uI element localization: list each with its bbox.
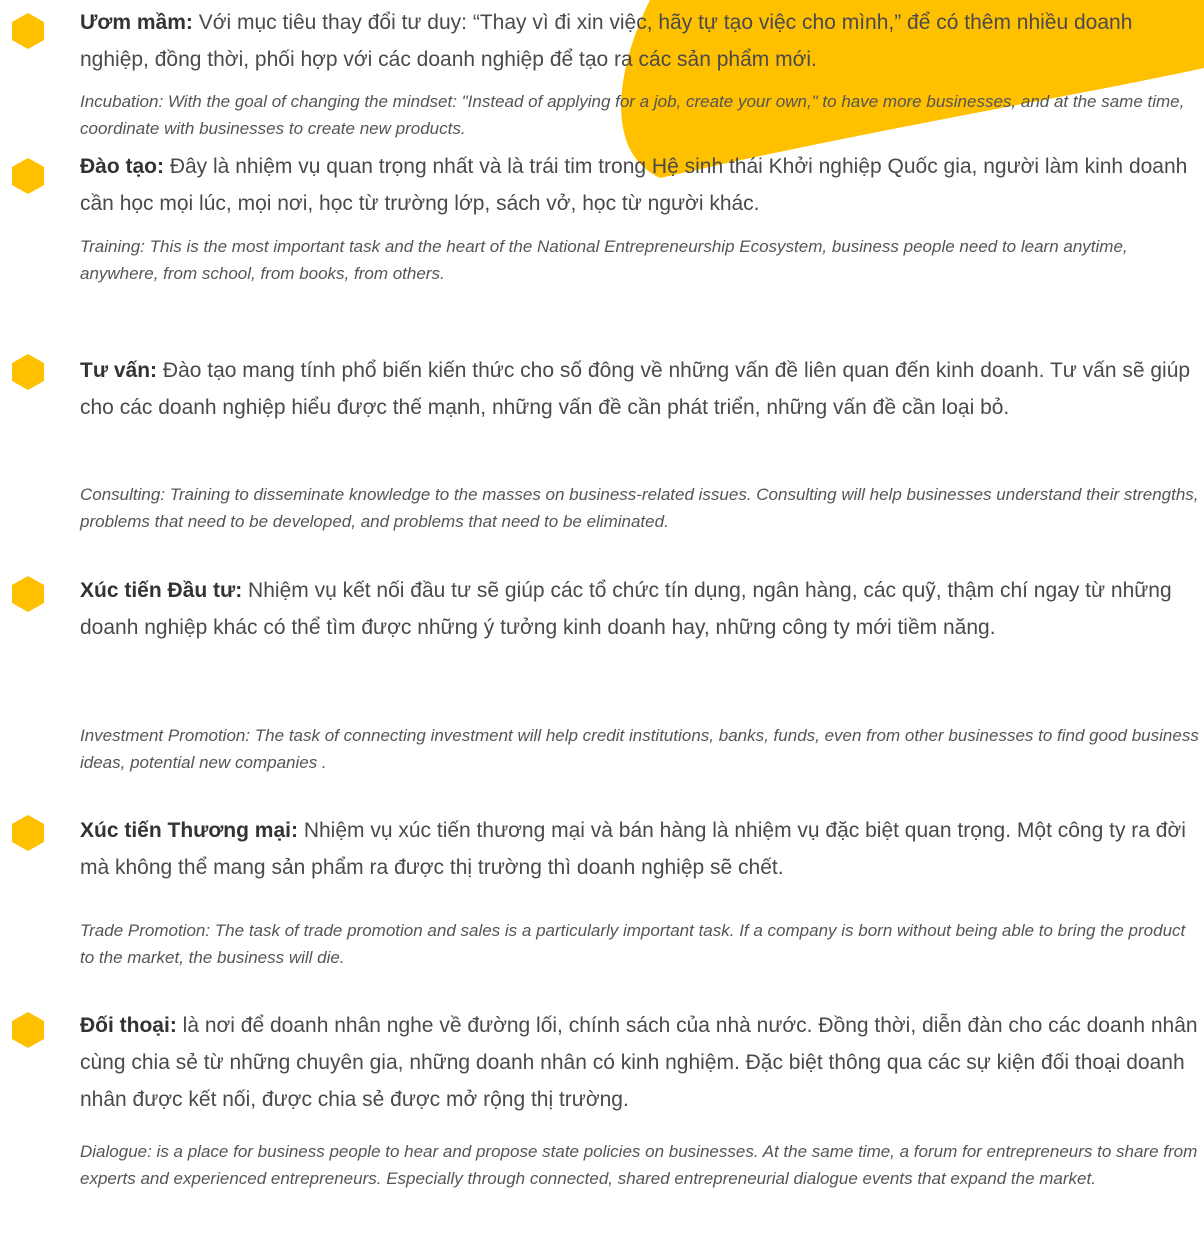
item-text: Ươm mầm: Với mục tiêu thay đổi tư duy: “… <box>80 4 1202 78</box>
item-body: Với mục tiêu thay đổi tư duy: “Thay vì đ… <box>80 11 1133 71</box>
hexagon-bullet-icon <box>12 815 44 851</box>
item-text: Tư vấn: Đào tạo mang tính phổ biến kiến … <box>80 352 1202 426</box>
item-text: Đối thoại: là nơi để doanh nhân nghe về … <box>80 1007 1202 1118</box>
item-title: Xúc tiến Đầu tư: <box>80 579 243 602</box>
item-text: Xúc tiến Thương mại: Nhiệm vụ xúc tiến t… <box>80 812 1202 886</box>
hexagon-bullet-icon <box>12 158 44 194</box>
item-title: Ươm mầm: <box>80 11 193 34</box>
hexagon-bullet-icon <box>12 13 44 49</box>
hexagon-bullet-icon <box>12 354 44 390</box>
item-title: Đào tạo: <box>80 155 164 178</box>
item-title: Tư vấn: <box>80 359 158 382</box>
item-translation: Dialogue: is a place for business people… <box>80 1142 1198 1188</box>
hexagon-bullet-icon <box>12 576 44 612</box>
item-translation: Trade Promotion: The task of trade promo… <box>80 921 1186 967</box>
item-text: Xúc tiến Đầu tư: Nhiệm vụ kết nối đầu tư… <box>80 572 1202 646</box>
item-title: Xúc tiến Thương mại: <box>80 819 298 842</box>
item-body: Đây là nhiệm vụ quan trọng nhất và là tr… <box>80 155 1188 215</box>
item-title: Đối thoại: <box>80 1014 177 1037</box>
item-translation: Training: This is the most important tas… <box>80 237 1128 283</box>
item-translation: Incubation: With the goal of changing th… <box>80 92 1185 138</box>
item-translation: Consulting: Training to disseminate know… <box>80 485 1199 531</box>
item-translation: Investment Promotion: The task of connec… <box>80 726 1199 772</box>
item-body: Đào tạo mang tính phổ biến kiến thức cho… <box>80 359 1191 419</box>
item-body: Nhiệm vụ kết nối đầu tư sẽ giúp các tổ c… <box>80 579 1172 639</box>
item-body: là nơi để doanh nhân nghe về đường lối, … <box>80 1014 1198 1111</box>
hexagon-bullet-icon <box>12 1012 44 1048</box>
item-text: Đào tạo: Đây là nhiệm vụ quan trọng nhất… <box>80 148 1202 222</box>
